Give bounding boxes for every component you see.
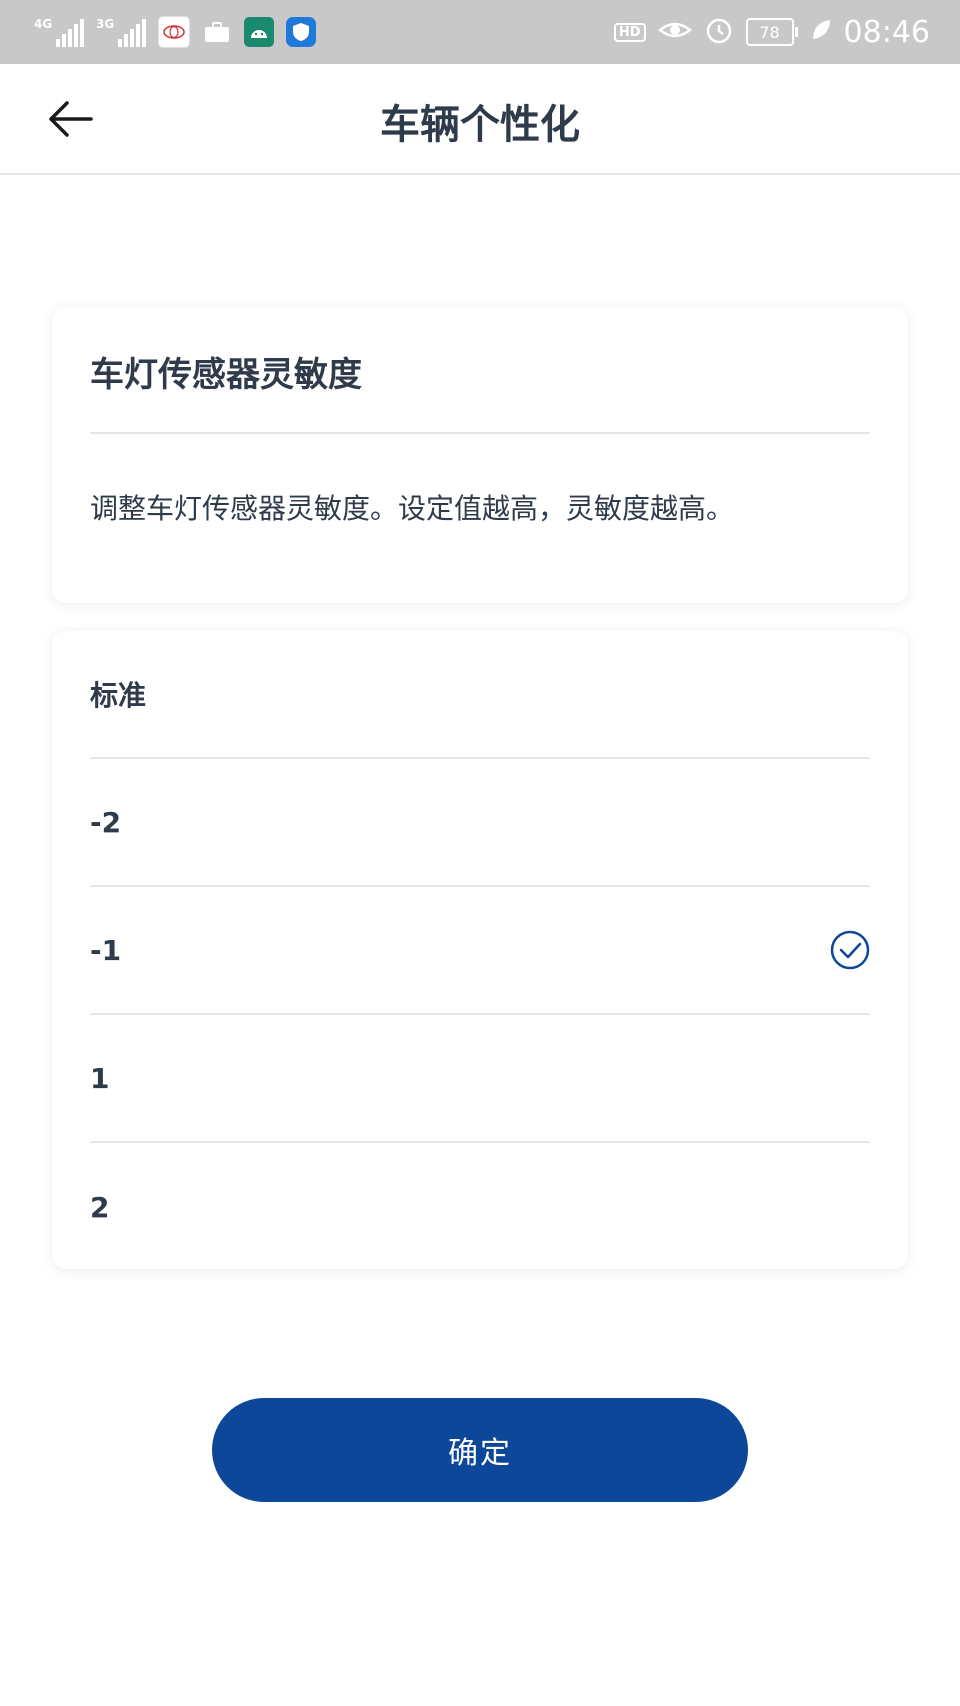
network-type-1: 4G xyxy=(34,17,53,31)
shield-icon xyxy=(286,17,316,47)
option-standard[interactable]: 标准 xyxy=(90,631,870,759)
app-bar: 车辆个性化 xyxy=(0,64,960,175)
status-bar-left: 4G 3G xyxy=(34,16,316,48)
divider xyxy=(90,432,870,434)
option-minus-1[interactable]: -1 xyxy=(90,887,870,1015)
option-label: 标准 xyxy=(90,679,147,712)
option-label: 1 xyxy=(90,1061,110,1095)
option-label: -2 xyxy=(90,805,122,839)
options-card: 标准 -2 -1 1 2 xyxy=(52,631,908,1269)
signal-4g-icon: 4G xyxy=(34,17,84,47)
status-bar-right: HD 78 08:46 xyxy=(613,14,930,50)
android-icon xyxy=(244,17,274,47)
network-type-2: 3G xyxy=(96,17,115,31)
option-plus-1[interactable]: 1 xyxy=(90,1015,870,1143)
alarm-icon xyxy=(704,15,734,50)
clock: 08:46 xyxy=(843,14,930,50)
option-label: 2 xyxy=(90,1190,110,1224)
option-minus-2[interactable]: -2 xyxy=(90,759,870,887)
battery-icon: 78 xyxy=(745,18,798,46)
signal-3g-icon: 3G xyxy=(96,17,146,47)
info-card: 车灯传感器灵敏度 调整车灯传感器灵敏度。设定值越高，灵敏度越高。 xyxy=(52,307,908,603)
battery-level: 78 xyxy=(745,18,794,46)
hd-icon: HD xyxy=(613,22,646,42)
option-plus-2[interactable]: 2 xyxy=(90,1143,870,1271)
check-circle-icon xyxy=(830,930,870,970)
eye-comfort-icon xyxy=(657,18,692,47)
toyota-app-icon xyxy=(158,16,190,48)
option-label: -1 xyxy=(90,933,122,967)
setting-heading: 车灯传感器灵敏度 xyxy=(90,355,362,395)
power-saving-leaf-icon xyxy=(810,18,832,47)
confirm-button[interactable]: 确定 xyxy=(212,1398,748,1502)
page-title: 车辆个性化 xyxy=(380,102,580,148)
briefcase-icon xyxy=(202,17,232,47)
setting-description: 调整车灯传感器灵敏度。设定值越高，灵敏度越高。 xyxy=(90,492,735,525)
status-bar: 4G 3G HD 78 08:46 xyxy=(0,0,960,64)
